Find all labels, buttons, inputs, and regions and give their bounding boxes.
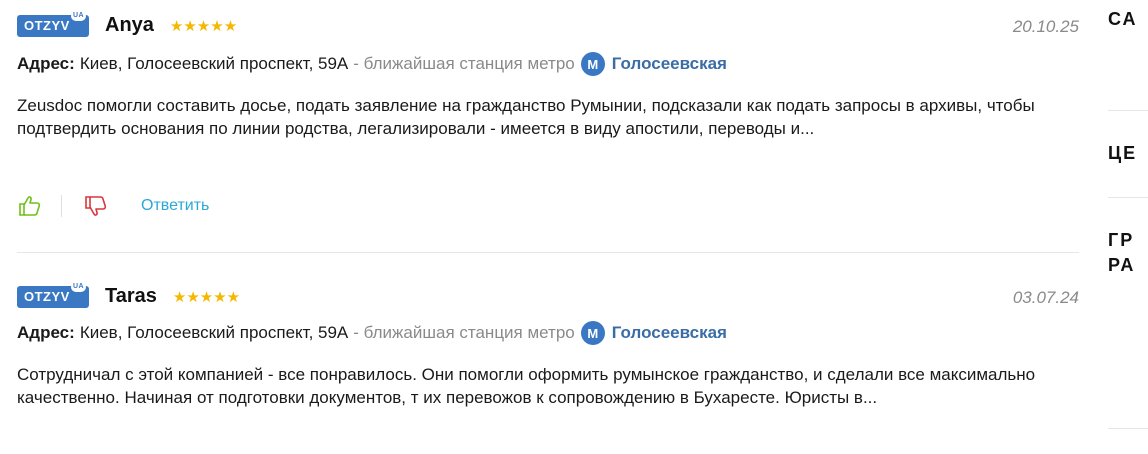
metro-icon: М bbox=[580, 52, 605, 76]
review-address: Адрес: Киев, Голосеевский проспект, 59А … bbox=[17, 52, 727, 76]
sidebar-divider bbox=[1108, 197, 1148, 198]
address-value: Киев, Голосеевский проспект, 59А bbox=[79, 323, 349, 342]
sidebar: СА ЦЕ ГР РА bbox=[1108, 0, 1148, 454]
sidebar-divider bbox=[1108, 110, 1148, 111]
review-header: OTZYV UA Anya ★★★★★ bbox=[17, 10, 238, 37]
review-actions: Ответить bbox=[17, 194, 209, 218]
review-card: OTZYV UA Anya ★★★★★ 20.10.25 Адрес: Киев… bbox=[17, 0, 1079, 253]
review-card: OTZYV UA Taras ★★★★★ 03.07.24 Адрес: Кие… bbox=[17, 253, 1079, 453]
metro-station-link[interactable]: Голосеевская bbox=[612, 323, 727, 343]
metro-station-link[interactable]: Голосеевская bbox=[612, 54, 727, 74]
metro-caption: - ближайшая станция метро bbox=[353, 323, 575, 342]
otzyv-logo-badge[interactable]: OTZYV UA bbox=[17, 281, 89, 308]
actions-divider bbox=[61, 195, 62, 217]
badge-sup: UA bbox=[71, 10, 86, 21]
sidebar-heading-1[interactable]: СА bbox=[1108, 7, 1138, 32]
review-text: Сотрудничал с этой компанией - все понра… bbox=[17, 365, 1036, 407]
reviews-list: OTZYV UA Anya ★★★★★ 20.10.25 Адрес: Киев… bbox=[17, 0, 1079, 453]
review-header: OTZYV UA Taras ★★★★★ bbox=[17, 281, 241, 308]
review-date: 20.10.25 bbox=[1012, 17, 1079, 36]
thumbs-up-icon[interactable] bbox=[17, 194, 43, 218]
sidebar-heading-2[interactable]: ЦЕ bbox=[1108, 141, 1137, 166]
badge-sup: UA bbox=[71, 281, 86, 292]
review-date: 03.07.24 bbox=[1012, 288, 1079, 307]
rating-stars: ★★★★★ bbox=[172, 288, 241, 306]
badge-text: OTZYV bbox=[24, 289, 70, 304]
badge-text: OTZYV bbox=[24, 18, 70, 33]
metro-caption: - ближайшая станция метро bbox=[353, 54, 575, 73]
review-author[interactable]: Taras bbox=[105, 285, 157, 308]
otzyv-logo-badge[interactable]: OTZYV UA bbox=[17, 10, 89, 37]
address-label: Адрес: bbox=[17, 54, 75, 73]
reply-link[interactable]: Ответить bbox=[141, 197, 209, 215]
sidebar-divider bbox=[1108, 428, 1148, 429]
review-text: Zeusdoc помогли составить досье, подать … bbox=[17, 96, 1035, 138]
sidebar-heading-3b[interactable]: РА bbox=[1108, 253, 1135, 278]
thumbs-down-icon[interactable] bbox=[83, 194, 109, 218]
metro-icon: М bbox=[580, 321, 605, 345]
address-label: Адрес: bbox=[17, 323, 75, 342]
review-address: Адрес: Киев, Голосеевский проспект, 59А … bbox=[17, 321, 727, 345]
review-author[interactable]: Anya bbox=[105, 14, 154, 37]
address-value: Киев, Голосеевский проспект, 59А bbox=[79, 54, 349, 73]
sidebar-heading-3a[interactable]: ГР bbox=[1108, 228, 1134, 253]
rating-stars: ★★★★★ bbox=[169, 17, 238, 35]
